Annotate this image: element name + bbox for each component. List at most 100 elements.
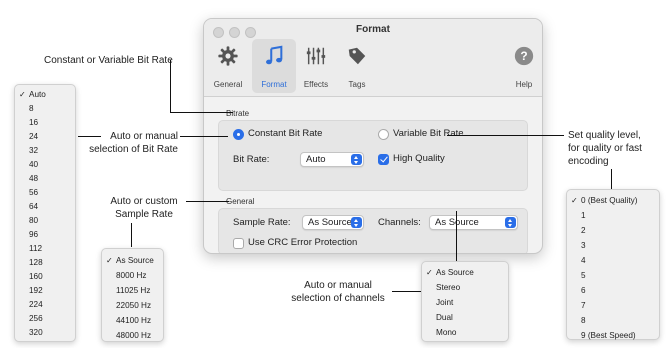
bitrate-select[interactable]: Auto	[300, 152, 364, 167]
menu-item-sample-rate[interactable]: 44100 Hz	[102, 313, 163, 328]
quality-popup-menu: ✓ 0 (Best Quality) 1 2 3 4 5 6 7 8 9 (Bes…	[566, 189, 660, 340]
leader-line	[456, 211, 457, 261]
leader-line	[186, 201, 229, 202]
format-window: Format General Format Effects Tags ? Hel…	[203, 18, 543, 254]
window-title: Format	[356, 24, 390, 35]
variable-bitrate-radio[interactable]	[378, 129, 389, 140]
checkmark-icon: ✓	[19, 90, 26, 99]
menu-item-channels[interactable]: Dual	[422, 310, 508, 325]
menu-item-bitrate[interactable]: 320	[15, 326, 75, 340]
menu-item-bitrate[interactable]: 224	[15, 298, 75, 312]
toolbar-effects[interactable]: Effects	[294, 39, 338, 93]
leader-line	[170, 60, 171, 113]
leader-line	[131, 223, 132, 247]
help-icon: ?	[514, 46, 534, 66]
menu-item-bitrate[interactable]: 16	[15, 116, 75, 130]
menu-item-bitrate[interactable]: 96	[15, 228, 75, 242]
updown-chevron-icon	[351, 154, 362, 165]
leader-line	[447, 135, 564, 136]
crc-label: Use CRC Error Protection	[248, 237, 358, 248]
leader-line	[180, 136, 228, 137]
bitrate-select-value: Auto	[306, 154, 326, 165]
toolbar-tags[interactable]: Tags	[335, 39, 379, 93]
updown-chevron-icon	[505, 217, 516, 228]
menu-item-bitrate[interactable]: 64	[15, 200, 75, 214]
bitrate-popup-menu: ✓ Auto 8 16 24 32 40 48 56 64 80 96 112 1…	[14, 84, 76, 342]
menu-item-bitrate[interactable]: 40	[15, 158, 75, 172]
equalizer-sliders-icon	[306, 47, 326, 65]
toolbar-format[interactable]: Format	[252, 39, 296, 93]
menu-item-bitrate[interactable]: ✓ Auto	[15, 88, 75, 102]
crc-checkbox[interactable]	[233, 238, 244, 249]
sample-rate-label: Sample Rate:	[233, 217, 291, 228]
menu-item-quality[interactable]: 7	[567, 298, 659, 313]
checkmark-icon: ✓	[571, 196, 578, 205]
constant-bitrate-label: Constant Bit Rate	[248, 128, 323, 139]
bitrate-section-label: Bitrate	[226, 109, 250, 118]
constant-bitrate-radio[interactable]	[233, 129, 244, 140]
leader-line	[392, 291, 421, 292]
menu-item-bitrate[interactable]: 32	[15, 144, 75, 158]
menu-item-quality[interactable]: 6	[567, 283, 659, 298]
menu-item-quality[interactable]: 8	[567, 313, 659, 328]
toolbar-general[interactable]: General	[206, 39, 250, 93]
high-quality-label: High Quality	[393, 153, 445, 164]
menu-item-bitrate[interactable]: 8	[15, 102, 75, 116]
leader-line	[170, 112, 233, 113]
menu-item-channels[interactable]: ✓ As Source	[422, 265, 508, 280]
toolbar-general-label: General	[213, 80, 243, 89]
menu-item-bitrate[interactable]: 256	[15, 312, 75, 326]
checkmark-icon: ✓	[106, 256, 113, 265]
menu-item-channels[interactable]: Mono	[422, 325, 508, 340]
menu-item-quality[interactable]: 1	[567, 208, 659, 223]
high-quality-checkbox[interactable]	[378, 154, 389, 165]
callout-bitrate-line2: selection of Bit Rate	[89, 144, 178, 155]
menu-item-bitrate[interactable]: 56	[15, 186, 75, 200]
menu-item-sample-rate[interactable]: 11025 Hz	[102, 283, 163, 298]
menu-item-bitrate[interactable]: 112	[15, 242, 75, 256]
menu-item-bitrate[interactable]: 80	[15, 214, 75, 228]
menu-item-sample-rate[interactable]: ✓ As Source	[102, 253, 163, 268]
bitrate-group: Constant Bit Rate Variable Bit Rate Bit …	[218, 120, 528, 191]
bitrate-field-label: Bit Rate:	[233, 154, 270, 165]
menu-item-sample-rate[interactable]: 22050 Hz	[102, 298, 163, 313]
menu-item-quality[interactable]: ✓ 0 (Best Quality)	[567, 193, 659, 208]
menu-item-quality[interactable]: 2	[567, 223, 659, 238]
leader-line	[611, 169, 612, 189]
sample-rate-popup-menu: ✓ As Source 8000 Hz 11025 Hz 22050 Hz 441…	[101, 248, 164, 342]
menu-item-channels[interactable]: Stereo	[422, 280, 508, 295]
callout-quality-line1: Set quality level,	[568, 130, 641, 141]
gear-icon	[218, 46, 238, 66]
menu-item-quality[interactable]: 4	[567, 253, 659, 268]
menu-item-bitrate[interactable]: 48	[15, 172, 75, 186]
callout-bitrate-mode: Constant or Variable Bit Rate	[44, 55, 173, 66]
music-note-icon	[266, 45, 283, 65]
leader-line	[78, 136, 101, 137]
callout-sample-line2: Sample Rate	[115, 209, 173, 220]
callout-channels-line2: selection of channels	[291, 293, 385, 304]
svg-text:?: ?	[520, 49, 527, 63]
menu-item-quality[interactable]: 9 (Best Speed)	[567, 328, 659, 343]
menu-item-quality[interactable]: 3	[567, 238, 659, 253]
menu-item-sample-rate[interactable]: 48000 Hz	[102, 328, 163, 343]
sample-rate-select[interactable]: As Source	[302, 215, 364, 230]
sample-rate-select-value: As Source	[308, 217, 352, 228]
menu-item-channels[interactable]: Joint	[422, 295, 508, 310]
menu-item-bitrate[interactable]: 160	[15, 270, 75, 284]
menu-item-sample-rate[interactable]: 8000 Hz	[102, 268, 163, 283]
toolbar-help[interactable]: ? Help	[502, 39, 542, 93]
callout-channels: Auto or manual selection of channels	[286, 279, 390, 305]
menu-item-quality[interactable]: 5	[567, 268, 659, 283]
general-group: Sample Rate: As Source Channels: As Sour…	[218, 208, 528, 253]
channels-label: Channels:	[378, 217, 421, 228]
menu-item-bitrate[interactable]: 24	[15, 130, 75, 144]
callout-quality: Set quality level, for quality or fast e…	[568, 129, 642, 168]
tag-icon	[348, 47, 366, 65]
menu-item-bitrate[interactable]: 128	[15, 256, 75, 270]
toolbar-help-label: Help	[515, 80, 533, 89]
channels-select[interactable]: As Source	[429, 215, 518, 230]
menu-item-bitrate[interactable]: 192	[15, 284, 75, 298]
toolbar-tags-label: Tags	[348, 80, 366, 89]
callout-quality-line2: for quality or fast	[568, 143, 642, 154]
checkmark-icon: ✓	[426, 268, 433, 277]
